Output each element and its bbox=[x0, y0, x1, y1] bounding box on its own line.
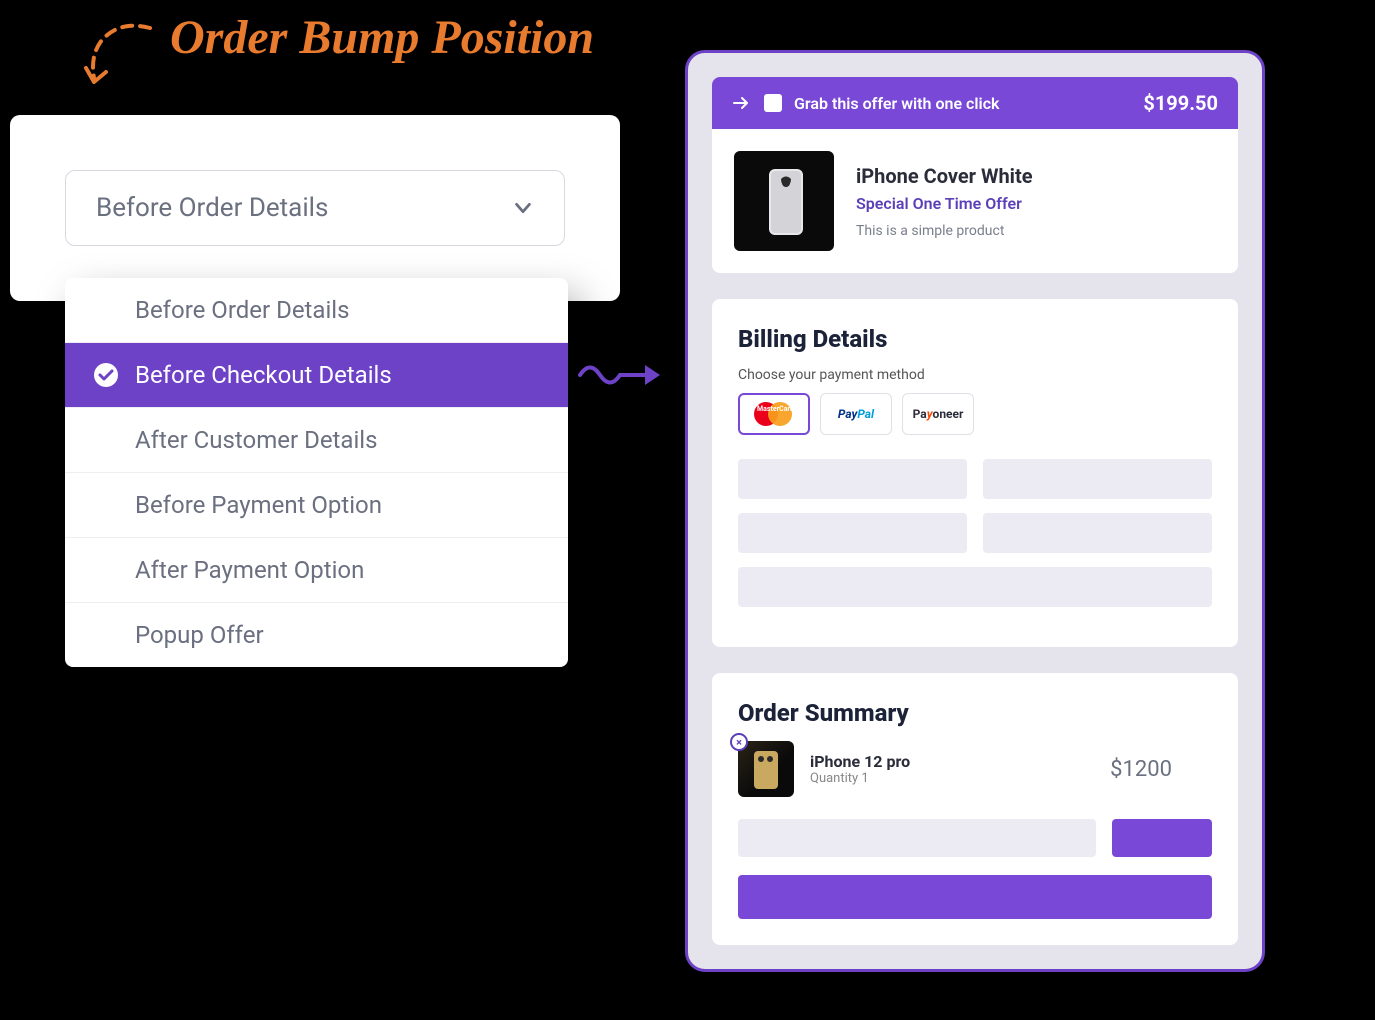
offer-product-image bbox=[734, 151, 834, 251]
payment-paypal[interactable]: PayPal bbox=[820, 393, 892, 435]
annotation-title: Order Bump Position bbox=[170, 10, 594, 65]
summary-item-info: iPhone 12 pro Quantity 1 bbox=[810, 752, 910, 786]
position-dropdown: Before Order Details Before Checkout Det… bbox=[65, 278, 568, 667]
option-popup-offer[interactable]: Popup Offer bbox=[65, 603, 568, 667]
remove-item-button[interactable]: × bbox=[730, 733, 748, 751]
billing-field[interactable] bbox=[738, 513, 967, 553]
option-after-customer-details[interactable]: After Customer Details bbox=[65, 408, 568, 473]
billing-field[interactable] bbox=[983, 459, 1212, 499]
arrow-right-icon bbox=[732, 95, 752, 111]
summary-item-qty: Quantity 1 bbox=[810, 771, 910, 786]
position-select-card: Before Order Details bbox=[10, 115, 620, 301]
summary-item-name: iPhone 12 pro bbox=[810, 752, 910, 771]
coupon-input[interactable] bbox=[738, 819, 1096, 857]
option-label: Before Order Details bbox=[135, 296, 350, 324]
option-before-checkout-details[interactable]: Before Checkout Details bbox=[65, 343, 568, 408]
chevron-down-icon bbox=[512, 197, 534, 219]
option-label: Before Checkout Details bbox=[135, 361, 392, 389]
apply-coupon-button[interactable] bbox=[1112, 819, 1212, 857]
billing-field[interactable] bbox=[983, 513, 1212, 553]
curly-arrow-icon bbox=[575, 355, 670, 395]
offer-product-info: iPhone Cover White Special One Time Offe… bbox=[856, 164, 1033, 239]
billing-field[interactable] bbox=[738, 567, 1212, 607]
annotation-arrow-icon bbox=[80, 20, 160, 90]
option-label: Popup Offer bbox=[135, 621, 264, 649]
summary-title: Order Summary bbox=[738, 699, 1212, 727]
position-select-value: Before Order Details bbox=[96, 193, 328, 223]
option-before-payment-option[interactable]: Before Payment Option bbox=[65, 473, 568, 538]
option-after-payment-option[interactable]: After Payment Option bbox=[65, 538, 568, 603]
billing-title: Billing Details bbox=[738, 325, 1212, 353]
check-circle-icon bbox=[93, 362, 119, 388]
option-label: Before Payment Option bbox=[135, 491, 382, 519]
offer-body: iPhone Cover White Special One Time Offe… bbox=[712, 129, 1238, 273]
position-select[interactable]: Before Order Details bbox=[65, 170, 565, 246]
offer-checkbox[interactable] bbox=[764, 94, 782, 112]
offer-price: $199.50 bbox=[1143, 91, 1218, 115]
paypal-icon: PayPal bbox=[838, 407, 874, 421]
summary-item-price: $1200 bbox=[1110, 757, 1172, 782]
payoneer-icon: Payoneer bbox=[913, 407, 964, 421]
billing-field[interactable] bbox=[738, 459, 967, 499]
offer-product-subtitle: Special One Time Offer bbox=[856, 194, 1033, 213]
checkout-button[interactable] bbox=[738, 875, 1212, 919]
offer-product-desc: This is a simple product bbox=[856, 223, 1033, 239]
payment-methods: MasterCard PayPal Payoneer bbox=[738, 393, 1212, 435]
payment-mastercard[interactable]: MasterCard bbox=[738, 393, 810, 435]
summary-item-row: × iPhone 12 pro Quantity 1 $1200 bbox=[738, 741, 1212, 797]
order-summary-card: Order Summary × iPhone 12 pro Quantity 1… bbox=[712, 673, 1238, 945]
mastercard-icon: MasterCard bbox=[754, 402, 794, 426]
summary-item-image bbox=[738, 741, 794, 797]
billing-card: Billing Details Choose your payment meth… bbox=[712, 299, 1238, 647]
payment-payoneer[interactable]: Payoneer bbox=[902, 393, 974, 435]
order-bump-card: Grab this offer with one click $199.50 i… bbox=[712, 77, 1238, 273]
offer-cta-text: Grab this offer with one click bbox=[794, 94, 1131, 113]
checkout-preview: Grab this offer with one click $199.50 i… bbox=[685, 50, 1265, 972]
option-before-order-details[interactable]: Before Order Details bbox=[65, 278, 568, 343]
offer-product-title: iPhone Cover White bbox=[856, 164, 1033, 188]
billing-subtitle: Choose your payment method bbox=[738, 367, 1212, 383]
order-bump-header: Grab this offer with one click $199.50 bbox=[712, 77, 1238, 129]
phone-icon bbox=[749, 161, 819, 241]
option-label: After Payment Option bbox=[135, 556, 364, 584]
option-label: After Customer Details bbox=[135, 426, 378, 454]
phone-gold-icon bbox=[746, 747, 786, 791]
